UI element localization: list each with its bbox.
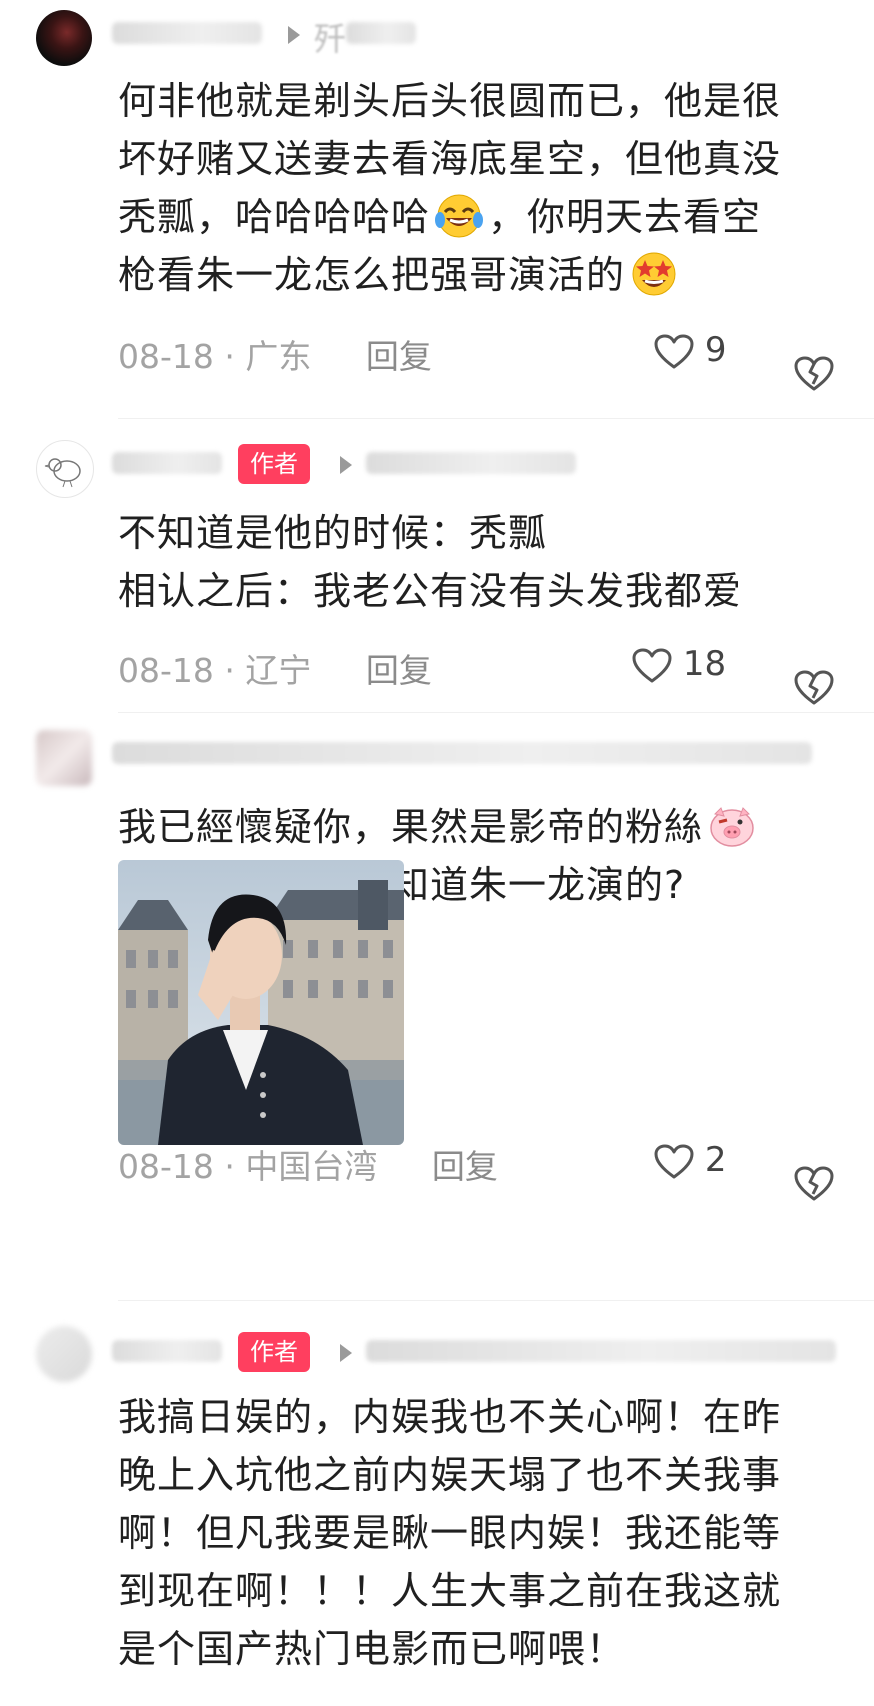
comment-item: 作者 我搞日娱的，内娱我也不关心啊！在昨 晚上入坑他之前内娱天塌了也不关我事 啊… bbox=[0, 1318, 874, 1706]
comment-meta: 08-18 · 广东 回复 bbox=[118, 330, 432, 378]
reply-to-name-blurred[interactable] bbox=[346, 22, 416, 44]
avatar[interactable] bbox=[36, 730, 92, 786]
comment-divider bbox=[118, 1300, 874, 1301]
comment-divider bbox=[118, 418, 874, 419]
triangle-right-icon bbox=[288, 26, 300, 44]
meta-separator: · bbox=[224, 1147, 246, 1186]
reply-button[interactable]: 回复 bbox=[366, 651, 432, 690]
photo-man-in-suit-image bbox=[118, 860, 404, 1145]
heart-outline-icon bbox=[632, 648, 672, 684]
comment-date: 08-18 bbox=[118, 651, 214, 690]
comment-item: 作者 不知道是他的时候：秃瓢 相认之后：我老公有没有头发我都爱 08-18 · … bbox=[0, 430, 874, 710]
star-struck-emoji bbox=[632, 252, 676, 296]
like-button[interactable]: 18 bbox=[632, 644, 726, 684]
tears-of-joy-emoji bbox=[435, 194, 484, 238]
comment-text: 何非他就是剃头后头很圆而已，他是很 坏好赌又送妻去看海底星空，但他真没 秃瓢，哈… bbox=[118, 79, 782, 297]
author-badge: 作者 bbox=[238, 444, 310, 484]
author-badge: 作者 bbox=[238, 1332, 310, 1372]
triangle-right-icon bbox=[340, 1344, 352, 1362]
comment-item: 歼 何非他就是剃头后头很圆而已，他是很 坏好赌又送妻去看海底星空，但他真没 秃瓢… bbox=[0, 0, 874, 400]
reply-to-name-blurred[interactable] bbox=[366, 1340, 836, 1362]
reply-to-name[interactable]: 歼 bbox=[314, 14, 346, 60]
heart-outline-icon bbox=[654, 1144, 694, 1180]
reply-button[interactable]: 回复 bbox=[366, 337, 432, 376]
like-count: 18 bbox=[682, 644, 727, 684]
attached-photo[interactable] bbox=[118, 860, 404, 1145]
avatar[interactable] bbox=[36, 1326, 92, 1382]
comment-meta: 08-18 · 辽宁 回复 bbox=[118, 644, 432, 692]
broken-heart-icon bbox=[794, 670, 834, 706]
like-count: 2 bbox=[704, 1140, 727, 1180]
like-button[interactable]: 9 bbox=[654, 330, 726, 370]
avatar[interactable] bbox=[36, 440, 94, 498]
comment-region: 辽宁 bbox=[245, 651, 312, 690]
comment-text: 我搞日娱的，内娱我也不关心啊！在昨 晚上入坑他之前内娱天塌了也不关我事 啊！但凡… bbox=[118, 1395, 782, 1671]
like-button[interactable]: 2 bbox=[654, 1140, 726, 1180]
comment-meta: 08-18 · 中国台湾 回复 bbox=[118, 1140, 498, 1188]
comment-item: 我已經懷疑你，果然是影帝的粉絲 人生大事你也不知道朱一龙演的? bbox=[0, 722, 874, 1312]
reply-button[interactable]: 回复 bbox=[432, 1147, 498, 1186]
comment-date: 08-18 bbox=[118, 1147, 214, 1186]
broken-heart-icon bbox=[794, 1166, 834, 1202]
comment-region: 中国台湾 bbox=[245, 1147, 378, 1186]
chick-avatar-icon bbox=[44, 458, 81, 488]
like-count: 9 bbox=[704, 330, 727, 370]
comment-divider bbox=[118, 712, 874, 713]
comment-date: 08-18 bbox=[118, 337, 214, 376]
pig-face-emoji bbox=[710, 807, 754, 847]
username-blurred[interactable] bbox=[112, 742, 812, 764]
heart-outline-icon bbox=[654, 334, 694, 370]
username-blurred[interactable] bbox=[112, 452, 222, 474]
dislike-button[interactable] bbox=[794, 670, 834, 706]
comment-region: 广东 bbox=[245, 337, 312, 376]
username-blurred[interactable] bbox=[112, 22, 262, 44]
broken-heart-icon bbox=[794, 356, 834, 392]
meta-separator: · bbox=[224, 337, 246, 376]
triangle-right-icon bbox=[340, 456, 352, 474]
dislike-button[interactable] bbox=[794, 1166, 834, 1202]
comment-text: 不知道是他的时候：秃瓢 相认之后：我老公有没有头发我都爱 bbox=[118, 511, 743, 613]
meta-separator: · bbox=[224, 651, 246, 690]
username-blurred[interactable] bbox=[112, 1340, 222, 1362]
dislike-button[interactable] bbox=[794, 356, 834, 392]
reply-to-name-blurred[interactable] bbox=[366, 452, 576, 474]
avatar[interactable] bbox=[36, 10, 92, 66]
